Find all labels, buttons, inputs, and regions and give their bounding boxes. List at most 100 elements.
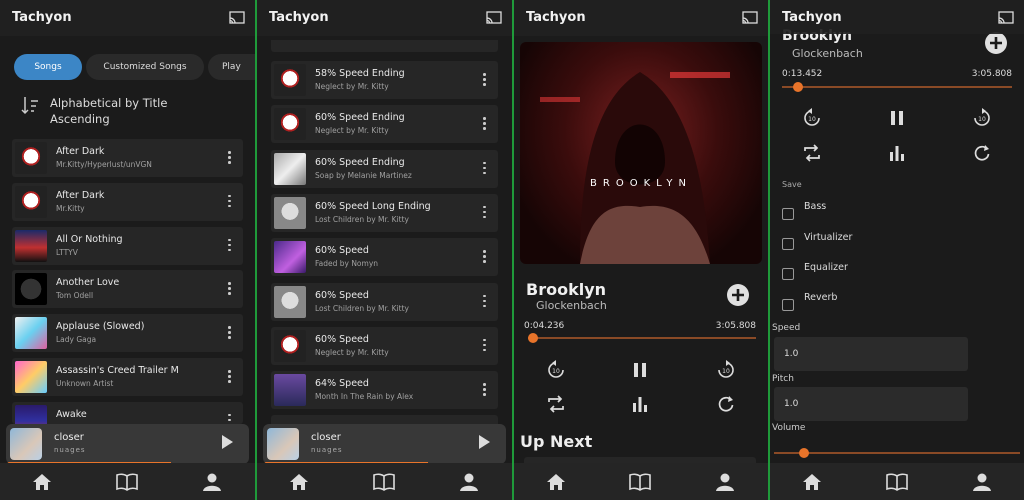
play-icon[interactable] [222, 435, 233, 449]
song-title: 60% Speed Long Ending [315, 200, 431, 212]
library-icon[interactable] [886, 472, 908, 492]
kebab-menu-icon[interactable] [228, 326, 231, 340]
mini-player[interactable]: closer nuages [263, 424, 506, 464]
list-item[interactable]: 60% Speed Faded by Nomyn [271, 238, 498, 277]
list-item[interactable]: 60% Speed Lost Children by Mr. Kitty [271, 282, 498, 321]
kebab-menu-icon[interactable] [228, 282, 231, 296]
forward-10-icon[interactable]: 10 [716, 360, 736, 380]
list-item[interactable]: Awake [12, 401, 243, 437]
kebab-menu-icon[interactable] [483, 73, 486, 87]
seek-bar[interactable] [527, 333, 756, 343]
profile-icon[interactable] [201, 472, 223, 492]
profile-icon[interactable] [458, 472, 480, 492]
reverb-checkbox[interactable] [782, 299, 794, 311]
kebab-menu-icon[interactable] [483, 161, 486, 176]
kebab-menu-icon[interactable] [228, 370, 231, 384]
sort-label[interactable]: Alphabetical by Title [50, 96, 167, 110]
home-icon[interactable] [801, 472, 823, 492]
list-item[interactable]: After Dark Mr.Kitty/Hyperlust/unVGN [12, 139, 243, 177]
list-item[interactable]: 60% Speed Long Ending Lost Children by Mr… [271, 193, 498, 232]
home-icon[interactable] [288, 472, 310, 492]
kebab-menu-icon[interactable] [483, 383, 486, 397]
virtualizer-checkbox[interactable] [782, 238, 794, 250]
album-art-thumbnail [274, 329, 306, 362]
kebab-menu-icon[interactable] [483, 338, 486, 353]
cast-icon[interactable] [998, 11, 1014, 24]
song-title: Applause (Slowed) [56, 321, 145, 333]
app-title: Tachyon [12, 10, 72, 25]
mini-player[interactable]: closer nuages [6, 424, 249, 464]
cast-icon[interactable] [486, 11, 502, 24]
loop-icon[interactable] [716, 394, 736, 414]
list-item[interactable]: 60% Speed Ending Neglect by Mr. Kitty [271, 105, 498, 144]
virtualizer-label: Virtualizer [804, 232, 853, 243]
album-art-thumbnail [274, 64, 306, 96]
song-subtitle: Neglect by Mr. Kitty [315, 126, 389, 136]
mini-player-subtitle: nuages [311, 446, 343, 454]
tab-customized-songs[interactable]: Customized Songs [86, 54, 204, 80]
volume-slider[interactable] [774, 448, 1020, 458]
bass-checkbox[interactable] [782, 208, 794, 220]
sort-icon[interactable] [20, 95, 40, 115]
kebab-menu-icon[interactable] [228, 194, 231, 209]
equalizer-checkbox[interactable] [782, 268, 794, 280]
replay-10-icon[interactable]: 10 [802, 108, 822, 128]
tab-playlists[interactable]: Play [208, 54, 255, 80]
profile-icon[interactable] [714, 472, 736, 492]
home-icon[interactable] [545, 472, 567, 492]
song-subtitle: Faded by Nomyn [315, 259, 379, 269]
equalizer-icon[interactable] [887, 143, 907, 163]
library-icon[interactable] [116, 472, 138, 492]
library-icon[interactable] [373, 472, 395, 492]
list-item[interactable]: Assassin's Creed Trailer M Unknown Artist [12, 358, 243, 396]
library-icon[interactable] [629, 472, 651, 492]
forward-10-icon[interactable]: 10 [972, 108, 992, 128]
add-playlist-icon[interactable] [984, 31, 1008, 55]
add-playlist-icon[interactable] [726, 283, 750, 307]
list-item[interactable]: Applause (Slowed) Lady Gaga [12, 314, 243, 353]
loop-icon[interactable] [972, 143, 992, 163]
list-item[interactable]: All Or Nothing LTTYV [12, 226, 243, 265]
repeat-icon[interactable] [546, 394, 566, 414]
tab-songs[interactable]: Songs [14, 54, 82, 80]
kebab-menu-icon[interactable] [228, 151, 231, 165]
kebab-menu-icon[interactable] [483, 117, 486, 131]
seek-thumb[interactable] [793, 82, 804, 92]
top-app-bar: Tachyon [514, 0, 768, 36]
equalizer-icon[interactable] [630, 394, 650, 414]
sort-order-label[interactable]: Ascending [50, 112, 110, 126]
pause-icon[interactable] [630, 360, 650, 380]
cast-icon[interactable] [742, 11, 758, 24]
list-item[interactable]: 58% Speed Ending Neglect by Mr. Kitty [271, 61, 498, 99]
profile-icon[interactable] [971, 472, 993, 492]
seek-thumb[interactable] [527, 333, 538, 343]
list-item[interactable]: 60% Speed Neglect by Mr. Kitty [271, 326, 498, 365]
list-item[interactable]: 60% Speed Ending Soap by Melanie Martinez [271, 149, 498, 188]
home-icon[interactable] [31, 472, 53, 492]
list-item[interactable]: Another Love Tom Odell [12, 270, 243, 309]
kebab-menu-icon[interactable] [228, 238, 231, 253]
kebab-menu-icon[interactable] [483, 205, 486, 220]
pitch-field[interactable]: 1.0 [774, 387, 968, 421]
album-art-thumbnail [15, 361, 47, 393]
pause-icon[interactable] [887, 108, 907, 128]
cast-icon[interactable] [229, 11, 245, 24]
songs-screen: Tachyon Songs Customized Songs Play Alph… [0, 0, 255, 500]
volume-thumb[interactable] [798, 448, 809, 458]
repeat-icon[interactable] [802, 143, 822, 163]
speed-field[interactable]: 1.0 [774, 337, 968, 371]
kebab-menu-icon[interactable] [483, 294, 486, 309]
song-title: Another Love [56, 277, 120, 289]
list-item-partial[interactable] [271, 40, 498, 52]
list-item[interactable]: After Dark Mr.Kitty [12, 182, 243, 221]
song-title: 58% Speed Ending [315, 68, 405, 79]
list-item[interactable]: 64% Speed Month In The Rain by Alex [271, 371, 498, 410]
save-label[interactable]: Save [782, 180, 802, 189]
svg-text:10: 10 [722, 368, 730, 375]
album-art-thumbnail [274, 152, 306, 185]
kebab-menu-icon[interactable] [483, 250, 486, 264]
seek-bar[interactable] [782, 82, 1012, 92]
album-art-thumbnail [15, 317, 47, 350]
play-icon[interactable] [479, 435, 490, 449]
replay-10-icon[interactable]: 10 [546, 360, 566, 380]
